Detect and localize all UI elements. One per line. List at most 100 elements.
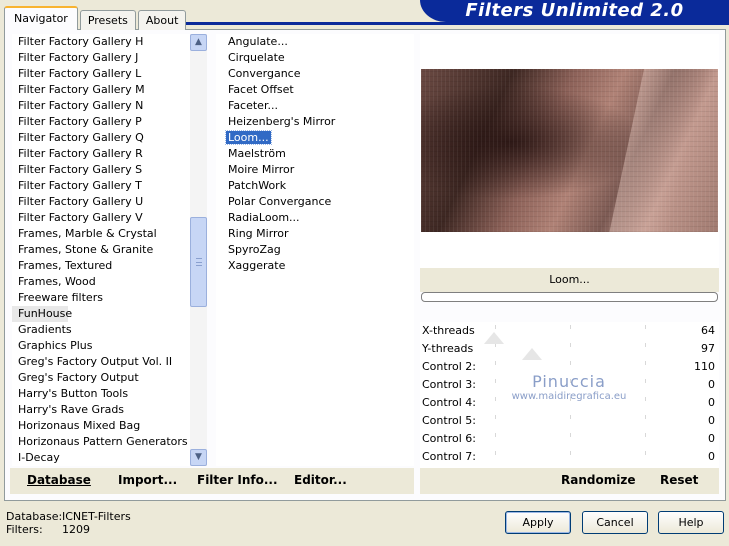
category-item[interactable]: Harry's Button Tools: [12, 386, 192, 402]
category-item[interactable]: Freeware filters: [12, 290, 192, 306]
category-item[interactable]: Frames, Wood: [12, 274, 192, 290]
category-item[interactable]: Filter Factory Gallery M: [12, 82, 192, 98]
category-item[interactable]: I-Decay: [12, 450, 192, 466]
import-button[interactable]: Import...: [118, 468, 177, 494]
slider-tick: [645, 343, 646, 347]
tab-presets[interactable]: Presets: [79, 10, 136, 30]
filters-label: Filters:: [6, 523, 43, 536]
control-row[interactable]: X-threads 64: [420, 322, 719, 340]
randomize-button[interactable]: Randomize: [561, 468, 635, 494]
title-banner: Filters Unlimited 2.0: [420, 0, 729, 22]
category-item[interactable]: Filter Factory Gallery N: [12, 98, 192, 114]
category-item[interactable]: Greg's Factory Output Vol. II: [12, 354, 192, 370]
category-item[interactable]: Frames, Stone & Granite: [12, 242, 192, 258]
control-row[interactable]: Control 5: 0: [420, 412, 719, 430]
slider-marker-icon: [522, 348, 542, 360]
control-row[interactable]: Control 7: 0: [420, 448, 719, 466]
banner-rule: [170, 22, 729, 25]
control-label: Y-threads: [422, 342, 474, 355]
category-item[interactable]: Filter Factory Gallery L: [12, 66, 192, 82]
filter-item[interactable]: Loom...: [216, 130, 414, 146]
filter-item[interactable]: Moire Mirror: [216, 162, 414, 178]
slider-tick: [645, 361, 646, 365]
category-item[interactable]: Horizonaus Pattern Generators: [12, 434, 192, 450]
slider-tick: [645, 397, 646, 401]
filter-item-label: PatchWork: [228, 179, 287, 192]
slider-tick: [645, 433, 646, 437]
category-item[interactable]: Filter Factory Gallery T: [12, 178, 192, 194]
category-item[interactable]: Filter Factory Gallery J: [12, 50, 192, 66]
slider-marker-icon: [484, 332, 504, 344]
category-item[interactable]: Greg's Factory Output: [12, 370, 192, 386]
category-item[interactable]: Filter Factory Gallery S: [12, 162, 192, 178]
slider-tick: [495, 433, 496, 437]
filter-info-button[interactable]: Filter Info...: [197, 468, 278, 494]
category-item[interactable]: Graphics Plus: [12, 338, 192, 354]
filter-item-label: Cirquelate: [228, 51, 285, 64]
slider-tick: [645, 415, 646, 419]
filter-item[interactable]: Maelström: [216, 146, 414, 162]
control-label: X-threads: [422, 324, 475, 337]
category-item[interactable]: Filter Factory Gallery H: [12, 34, 192, 50]
filter-item-label: Faceter...: [228, 99, 278, 112]
filter-item[interactable]: PatchWork: [216, 178, 414, 194]
help-button[interactable]: Help: [658, 511, 724, 534]
apply-button[interactable]: Apply: [505, 511, 571, 534]
category-item[interactable]: Gradients: [12, 322, 192, 338]
category-list[interactable]: Filter Factory Gallery H Filter Factory G…: [12, 34, 192, 466]
slider-tick: [570, 325, 571, 329]
scroll-thumb[interactable]: [190, 217, 207, 307]
category-item[interactable]: Horizonaus Mixed Bag: [12, 418, 192, 434]
category-scrollbar[interactable]: ▲ ▼: [190, 34, 207, 466]
category-item[interactable]: Frames, Textured: [12, 258, 192, 274]
control-value: 0: [708, 414, 715, 427]
database-button[interactable]: Database: [27, 468, 91, 494]
category-item[interactable]: Filter Factory Gallery Q: [12, 130, 192, 146]
control-label: Control 4:: [422, 396, 476, 409]
slider-tick: [495, 361, 496, 365]
control-value: 110: [694, 360, 715, 373]
control-row[interactable]: Control 6: 0: [420, 430, 719, 448]
filter-item[interactable]: SpyroZag: [216, 242, 414, 258]
control-row[interactable]: Y-threads 97: [420, 340, 719, 358]
filter-item[interactable]: Cirquelate: [216, 50, 414, 66]
cancel-button[interactable]: Cancel: [582, 511, 648, 534]
filter-item[interactable]: Angulate...: [216, 34, 414, 50]
filter-item[interactable]: Faceter...: [216, 98, 414, 114]
slider-tick: [645, 325, 646, 329]
slider-tick: [645, 451, 646, 455]
grip-icon: [196, 258, 202, 266]
reset-button[interactable]: Reset: [660, 468, 698, 494]
category-item[interactable]: Filter Factory Gallery R: [12, 146, 192, 162]
banner-title: Filters Unlimited 2.0: [465, 0, 684, 21]
slider-tick: [570, 361, 571, 365]
progress-bar: [421, 292, 718, 302]
filter-item[interactable]: Convergance: [216, 66, 414, 82]
slider-tick: [570, 415, 571, 419]
category-item[interactable]: Filter Factory Gallery V: [12, 210, 192, 226]
filter-item[interactable]: Xaggerate: [216, 258, 414, 274]
left-button-bar: Database Import... Filter Info... Editor…: [10, 468, 414, 494]
category-item[interactable]: Filter Factory Gallery U: [12, 194, 192, 210]
slider-tick: [495, 451, 496, 455]
tab-navigator[interactable]: Navigator: [4, 6, 78, 30]
watermark-name: Pinuccia: [532, 372, 606, 391]
tab-about[interactable]: About: [137, 10, 187, 30]
category-item[interactable]: Frames, Marble & Crystal: [12, 226, 192, 242]
filter-list[interactable]: Angulate... Cirquelate Convergance Facet Of…: [216, 34, 414, 466]
category-item[interactable]: Harry's Rave Grads: [12, 402, 192, 418]
control-value: 0: [708, 396, 715, 409]
filter-item[interactable]: RadiaLoom...: [216, 210, 414, 226]
scroll-down-icon[interactable]: ▼: [190, 449, 207, 466]
category-item[interactable]: Filter Factory Gallery P: [12, 114, 192, 130]
scroll-up-icon[interactable]: ▲: [190, 34, 207, 51]
filter-item[interactable]: Facet Offset: [216, 82, 414, 98]
filter-item[interactable]: Heizenberg's Mirror: [216, 114, 414, 130]
editor-button[interactable]: Editor...: [294, 468, 347, 494]
control-value: 64: [701, 324, 715, 337]
filter-item[interactable]: Polar Convergance: [216, 194, 414, 210]
control-label: Control 6:: [422, 432, 476, 445]
control-label: Control 3:: [422, 378, 476, 391]
category-item[interactable]: FunHouse: [12, 306, 72, 322]
filter-item[interactable]: Ring Mirror: [216, 226, 414, 242]
